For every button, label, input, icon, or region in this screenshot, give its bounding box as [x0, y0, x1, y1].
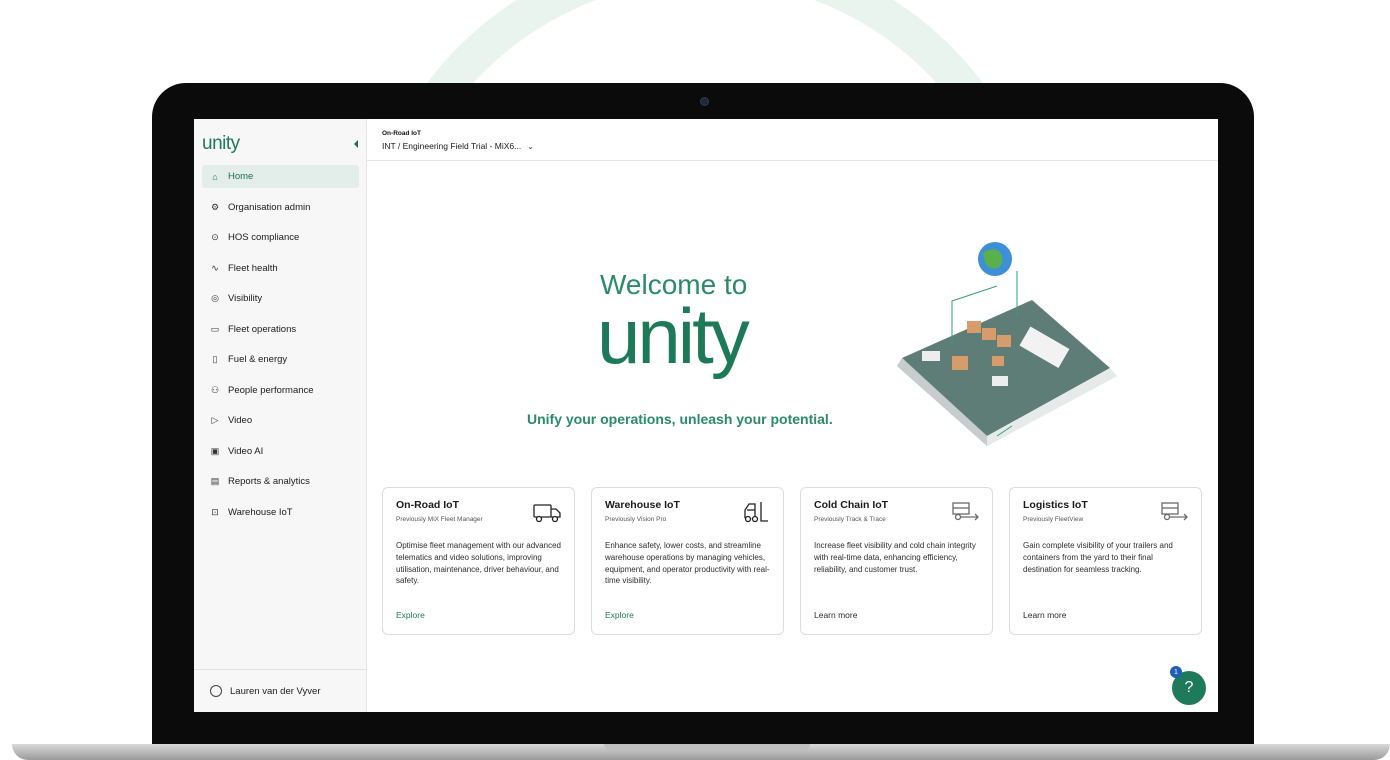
app-screen: unity ⌂ Home ⚙ Organisation admin ⊙ HOS com…	[194, 119, 1218, 712]
truck-icon	[533, 504, 561, 523]
people-icon: ⚇	[210, 384, 220, 395]
card-description: Optimise fleet management with our advan…	[396, 541, 561, 586]
laptop-notch	[604, 744, 810, 750]
help-icon: ?	[1184, 679, 1194, 696]
product-card-logistics-iot[interactable]: Logistics IoT Previously FleetView Gain …	[1009, 487, 1202, 635]
sidebar-item-fleet-operations[interactable]: ▭ Fleet operations	[202, 318, 359, 341]
hero-illustration	[897, 242, 1117, 446]
sidebar-item-organisation-admin[interactable]: ⚙ Organisation admin	[202, 196, 359, 219]
sidebar-item-warehouse-iot[interactable]: ⊡ Warehouse IoT	[202, 501, 359, 524]
sidebar-item-home[interactable]: ⌂ Home	[202, 165, 359, 188]
sidebar-item-label: Visibility	[228, 293, 263, 304]
gear-icon: ⚙	[210, 201, 220, 212]
product-card-on-road-iot[interactable]: On-Road IoT Previously MiX Fleet Manager…	[382, 487, 575, 635]
sidebar-item-label: People performance	[228, 384, 314, 396]
hero-brand-logo: unity	[597, 292, 750, 380]
location-pin-icon: ◎	[211, 293, 219, 303]
sidebar-item-people-performance[interactable]: ⚇ People performance	[202, 379, 359, 402]
sidebar: unity ⌂ Home ⚙ Organisation admin ⊙ HOS com…	[194, 119, 367, 712]
explore-link[interactable]: Explore	[605, 610, 634, 620]
sidebar-item-label: Warehouse IoT	[228, 506, 293, 518]
product-card-warehouse-iot[interactable]: Warehouse IoT Previously Vision Pro Enha…	[591, 487, 784, 635]
card-title: Warehouse IoT	[605, 499, 680, 511]
sidebar-nav: ⌂ Home ⚙ Organisation admin ⊙ HOS complianc…	[202, 165, 359, 531]
organisation-selector-value: INT / Engineering Field Trial - MiX6...	[382, 141, 522, 151]
hero-tagline: Unify your operations, unleash your pote…	[527, 411, 833, 427]
user-name: Lauren van der Vyver	[230, 685, 321, 697]
explore-link[interactable]: Explore	[396, 610, 425, 620]
sidebar-item-label: Video	[228, 415, 253, 426]
laptop-base	[12, 744, 1390, 760]
chevron-down-icon: ⌄	[527, 142, 534, 151]
sidebar-item-label: HOS compliance	[228, 232, 300, 243]
sidebar-item-label: Video AI	[228, 445, 264, 457]
car-icon: ▭	[210, 323, 220, 334]
report-icon: ▤	[210, 476, 220, 486]
trailer-icon	[1161, 502, 1188, 521]
user-profile[interactable]: Lauren van der Vyver	[194, 669, 366, 712]
sidebar-item-label: Fleet operations	[228, 323, 297, 335]
user-icon	[210, 685, 222, 697]
organisation-selector[interactable]: INT / Engineering Field Trial - MiX6... ⌄	[382, 141, 534, 151]
sidebar-item-label: Fuel & energy	[228, 354, 288, 365]
notification-badge: 1	[1170, 666, 1182, 678]
card-description: Gain complete visibility of your trailer…	[1023, 541, 1173, 574]
card-subtitle: Previously FleetView	[1023, 516, 1084, 523]
learn-more-link[interactable]: Learn more	[814, 610, 857, 620]
app-logo[interactable]: unity	[202, 133, 240, 155]
sidebar-item-video[interactable]: ▷ Video	[202, 409, 359, 432]
collapse-sidebar-icon[interactable]	[354, 140, 358, 148]
sidebar-item-hos-compliance[interactable]: ⊙ HOS compliance	[202, 226, 359, 249]
video-icon: ▷	[211, 415, 219, 425]
forklift-icon	[744, 502, 768, 523]
learn-more-link[interactable]: Learn more	[1023, 610, 1066, 620]
sidebar-item-label: Fleet health	[228, 262, 278, 274]
video-ai-icon: ▣	[210, 445, 220, 456]
card-subtitle: Previously MiX Fleet Manager	[396, 516, 483, 523]
main-content: Welcome to unity Unify your operations, …	[367, 161, 1218, 712]
card-subtitle: Previously Track & Trace	[814, 516, 886, 523]
sidebar-item-reports-analytics[interactable]: ▤ Reports & analytics	[202, 470, 359, 493]
card-title: On-Road IoT	[396, 499, 459, 511]
card-description: Increase fleet visibility and cold chain…	[814, 541, 976, 574]
card-title: Logistics IoT	[1023, 499, 1088, 511]
card-subtitle: Previously Vision Pro	[605, 516, 667, 523]
sidebar-item-fleet-health[interactable]: ∿ Fleet health	[202, 257, 359, 280]
fuel-icon: ▯	[212, 354, 218, 364]
sidebar-item-visibility[interactable]: ◎ Visibility	[202, 287, 359, 310]
topbar: On-Road IoT INT / Engineering Field Tria…	[367, 119, 1218, 161]
forklift-icon: ⊡	[211, 506, 219, 517]
sidebar-item-label: Organisation admin	[228, 201, 311, 213]
sidebar-item-fuel-energy[interactable]: ▯ Fuel & energy	[202, 348, 359, 371]
context-label: On-Road IoT	[382, 130, 421, 137]
home-icon: ⌂	[212, 171, 218, 182]
sidebar-item-video-ai[interactable]: ▣ Video AI	[202, 440, 359, 463]
laptop-camera	[700, 97, 709, 106]
pulse-icon: ∿	[211, 262, 219, 273]
card-title: Cold Chain IoT	[814, 499, 889, 511]
trailer-icon	[952, 502, 979, 521]
card-description: Enhance safety, lower costs, and streaml…	[605, 541, 770, 586]
sidebar-item-label: Home	[228, 171, 254, 182]
driver-clock-icon: ⊙	[211, 232, 219, 242]
sidebar-item-label: Reports & analytics	[228, 476, 310, 487]
product-card-cold-chain-iot[interactable]: Cold Chain IoT Previously Track & Trace …	[800, 487, 993, 635]
